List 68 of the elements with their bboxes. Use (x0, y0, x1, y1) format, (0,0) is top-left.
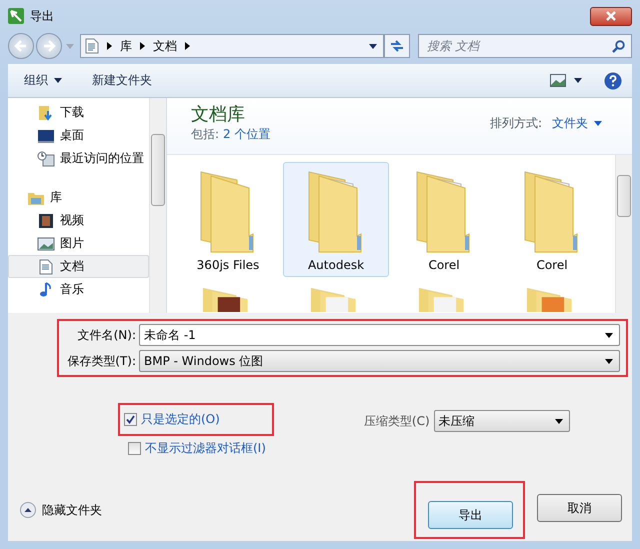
caret-icon[interactable] (574, 78, 582, 83)
chevron-icon (185, 42, 190, 50)
compression-label: 压缩类型(C) (364, 412, 430, 430)
folder-item[interactable]: Autodesk (283, 162, 389, 277)
library-title: 文档库 (191, 103, 246, 126)
left-arrow-icon (14, 40, 28, 52)
nav-item[interactable]: 视频 (8, 209, 149, 232)
hide-folders-button[interactable]: 隐藏文件夹 (20, 502, 102, 518)
arrange-label: 排列方式: (490, 114, 542, 132)
close-icon (605, 11, 617, 21)
file-type-dropdown[interactable]: BMP - Windows 位图 (139, 350, 620, 372)
caret-icon (54, 78, 62, 83)
recent-icon (37, 150, 55, 166)
caret-icon (605, 332, 613, 338)
refresh-button[interactable] (384, 34, 410, 58)
locations-link[interactable]: 2 个位置 (223, 126, 270, 143)
film-icon (37, 212, 55, 228)
nav-item[interactable]: 图片 (8, 232, 149, 255)
collapse-icon (20, 502, 36, 518)
new-folder-button[interactable]: 新建文件夹 (88, 70, 156, 91)
search-icon (612, 40, 625, 52)
arrange-dropdown[interactable]: 文件夹 (552, 114, 602, 132)
address-bar[interactable]: 库 文档 (80, 34, 384, 58)
scrollbar[interactable] (149, 98, 166, 313)
nav-item[interactable]: 库 (8, 186, 149, 209)
nav-item[interactable]: 音乐 (8, 278, 149, 301)
window-title: 导出 (30, 8, 54, 24)
search-box[interactable]: 搜索 文档 (418, 34, 632, 58)
chevron-icon (140, 42, 145, 50)
close-button[interactable] (590, 6, 632, 26)
picture-icon (37, 236, 55, 252)
back-button[interactable] (8, 33, 34, 59)
help-icon[interactable] (604, 72, 622, 90)
checkbox-option[interactable]: 不显示过滤器对话框(I) (128, 440, 266, 457)
file-type-label: 保存类型(T): (66, 352, 136, 370)
view-picture-icon[interactable] (550, 74, 566, 87)
right-arrow-icon (42, 40, 56, 52)
desktop-icon (37, 128, 55, 144)
caret-icon (594, 120, 602, 126)
breadcrumb[interactable]: 文档 (153, 38, 177, 54)
folder-item[interactable]: Corel (391, 162, 497, 277)
organize-menu[interactable]: 组织 (20, 70, 66, 91)
filename-label: 文件名(N): (76, 326, 136, 344)
refresh-icon (389, 39, 405, 53)
chevron-icon (107, 42, 112, 50)
caret-icon (66, 44, 74, 48)
compression-dropdown[interactable]: 未压缩 (434, 410, 570, 432)
checkbox[interactable] (128, 442, 141, 455)
forward-button[interactable] (36, 33, 62, 59)
pen-logo-icon (8, 8, 24, 24)
document-icon (37, 258, 55, 274)
caret-icon (554, 418, 563, 424)
nav-item[interactable]: 最近访问的位置 (8, 147, 149, 170)
nav-item[interactable]: 下载 (8, 101, 149, 124)
caret-icon (605, 358, 613, 364)
caret-icon (369, 44, 377, 48)
document-icon (85, 38, 99, 54)
cancel-button[interactable]: 取消 (537, 494, 622, 522)
breadcrumb[interactable]: 库 (120, 38, 132, 54)
nav-item[interactable]: 文档 (8, 255, 149, 278)
includes-label: 包括: (191, 126, 220, 143)
folder-item[interactable]: Corel (499, 162, 605, 277)
folder-item[interactable]: 360js Files (175, 162, 281, 277)
search-field[interactable]: 搜索 文档 (425, 35, 612, 57)
checkbox[interactable] (124, 413, 137, 426)
nav-item[interactable]: 桌面 (8, 124, 149, 147)
export-button[interactable]: 导出 (428, 501, 513, 529)
scrollbar[interactable] (615, 155, 632, 313)
